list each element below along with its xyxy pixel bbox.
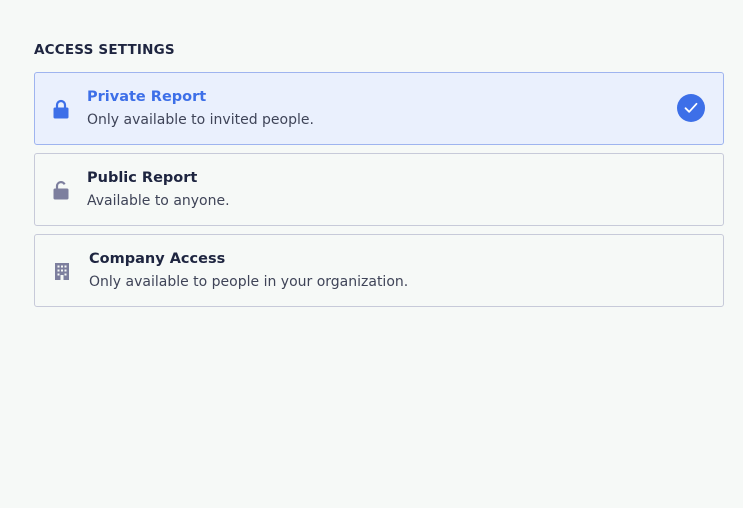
check-icon: [677, 94, 705, 122]
building-icon: [54, 261, 72, 281]
option-label: Private Report: [87, 89, 207, 105]
option-label: Company Access: [89, 251, 226, 267]
option-label: Public Report: [87, 170, 198, 186]
option-description: Available to anyone.: [87, 193, 230, 209]
access-settings-section: ACCESS SETTINGS Private Report Only avai…: [34, 40, 724, 315]
unlock-icon: [52, 180, 70, 200]
lock-icon: [52, 99, 70, 119]
option-description: Only available to invited people.: [87, 112, 314, 128]
option-company-access[interactable]: Company Access Only available to people …: [34, 234, 724, 307]
option-description: Only available to people in your organiz…: [89, 274, 409, 290]
option-private-report[interactable]: Private Report Only available to invited…: [34, 72, 724, 145]
section-title: ACCESS SETTINGS: [34, 42, 175, 58]
option-public-report[interactable]: Public Report Available to anyone.: [34, 153, 724, 226]
